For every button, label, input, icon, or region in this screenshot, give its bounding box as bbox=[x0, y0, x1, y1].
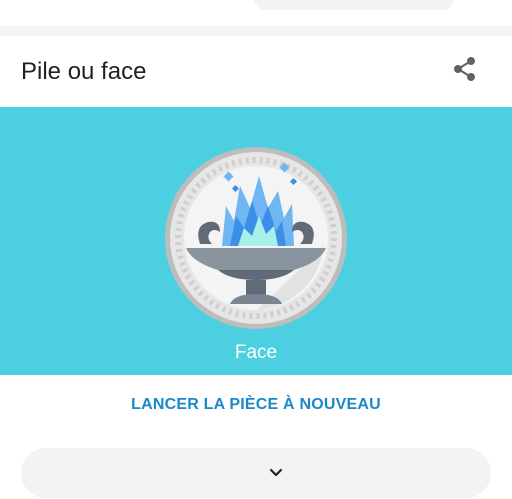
share-icon bbox=[454, 57, 475, 81]
chevron-down-icon bbox=[269, 468, 283, 477]
share-button[interactable] bbox=[449, 53, 481, 85]
card-header: Pile ou face bbox=[0, 36, 512, 107]
section-divider bbox=[0, 26, 512, 36]
coin-result-label: Face bbox=[234, 342, 278, 363]
expand-button[interactable] bbox=[21, 448, 491, 498]
page-title: Pile ou face bbox=[21, 58, 147, 85]
flip-again-button[interactable]: LANCER LA PIÈCE À NOUVEAU bbox=[0, 396, 512, 414]
coin-face-icon[interactable] bbox=[164, 146, 348, 330]
coin-stage: Face bbox=[0, 107, 512, 375]
search-box-edge[interactable] bbox=[254, 0, 454, 10]
top-strip bbox=[0, 0, 512, 26]
